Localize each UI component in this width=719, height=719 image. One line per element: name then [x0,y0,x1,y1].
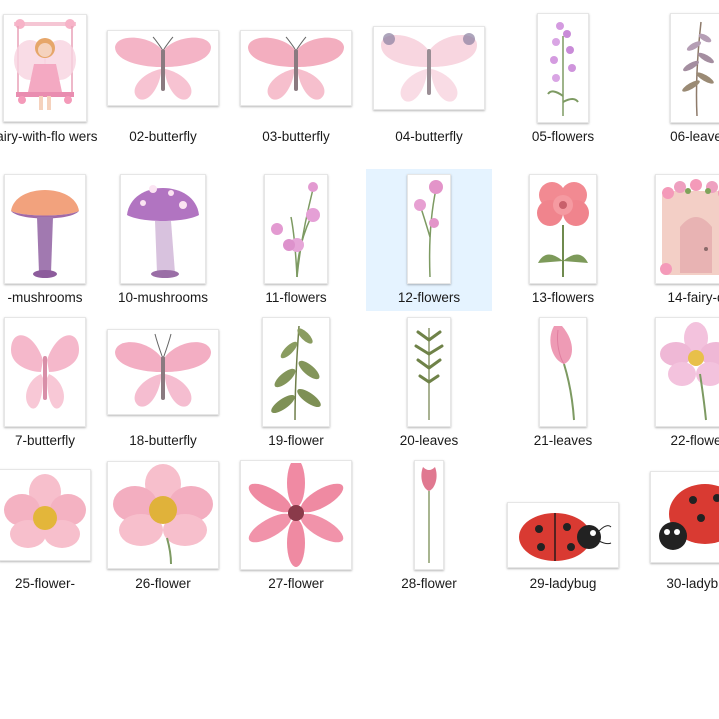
mushroom-thumbnail [120,174,206,284]
file-name: 18-butterfly [129,433,197,448]
tulip-bud-thumbnail [414,460,444,570]
cosmos-flower-thumbnail [107,461,219,569]
file-item[interactable]: 21-leaves [500,312,626,454]
file-name: 20-leaves [399,433,459,448]
file-item[interactable]: 30-ladybu [633,455,719,597]
leaves-thumbnail [670,13,719,123]
file-item[interactable]: 25-flower- [0,455,108,597]
file-item[interactable]: -mushrooms [0,169,108,311]
fairy-thumbnail [3,14,87,122]
file-name: 10-mushrooms [117,290,209,305]
flower-thumbnail [529,174,597,284]
butterfly-thumbnail [240,30,352,106]
file-name: 03-butterfly [262,129,330,144]
file-name: 14-fairy-d [667,290,719,305]
file-item[interactable]: 27-flower [233,455,359,597]
file-name: 27-flower [268,576,324,591]
file-item[interactable]: 22-flowe [633,312,719,454]
file-item-selected[interactable]: 12-flowers [366,169,492,311]
file-item[interactable]: 18-butterfly [100,312,226,454]
file-name: 21-leaves [533,433,593,448]
file-item[interactable]: 19-flower [233,312,359,454]
file-name: 22-flowe [670,433,719,448]
file-name: 29-ladybug [529,576,597,591]
file-name: 19-flower [268,433,324,448]
file-item[interactable]: 11-flowers [233,169,359,311]
leaf-sprig-thumbnail [262,317,330,427]
file-name: 26-flower [135,576,191,591]
file-name: 28-flower [401,576,457,591]
file-item[interactable]: 06-leave [633,8,719,150]
file-name: 02-butterfly [129,129,197,144]
file-item[interactable]: fairy-with-flo wers [0,8,108,150]
mushroom-thumbnail [4,174,86,284]
file-name: 06-leave [670,129,719,144]
file-name: 30-ladybu [666,576,719,591]
file-item[interactable]: 13-flowers [500,169,626,311]
butterfly-thumbnail [107,30,219,106]
file-item[interactable]: 05-flowers [500,8,626,150]
tulip-bud-thumbnail [539,317,587,427]
file-item[interactable]: 26-flower [100,455,226,597]
file-item[interactable]: 03-butterfly [233,8,359,150]
file-item[interactable]: 14-fairy-d [633,169,719,311]
lily-flower-thumbnail [240,460,352,570]
ladybug-thumbnail [507,502,619,568]
flowers-thumbnail [264,174,328,284]
flowers-thumbnail [537,13,589,123]
file-item[interactable]: 20-leaves [366,312,492,454]
cosmos-flower-thumbnail [655,317,719,427]
butterfly-thumbnail [107,329,219,415]
flowers-thumbnail [407,174,451,284]
file-name: 11-flowers [265,290,327,305]
file-name: 04-butterfly [395,129,463,144]
file-item[interactable]: 10-mushrooms [100,169,226,311]
cosmos-flower-thumbnail [0,469,91,561]
file-item[interactable]: 7-butterfly [0,312,108,454]
file-name: 05-flowers [531,129,595,144]
file-item[interactable]: 04-butterfly [366,8,492,150]
ladybug-thumbnail [650,471,719,563]
leaves-thumbnail [407,317,451,427]
file-grid: fairy-with-flo wers 02-butterfly 03-butt… [0,0,719,719]
file-item[interactable]: 28-flower [366,455,492,597]
file-item[interactable]: 29-ladybug [500,455,626,597]
fairy-door-thumbnail [655,174,719,284]
butterfly-thumbnail [373,26,485,110]
file-name: 13-flowers [531,290,595,305]
file-item[interactable]: 02-butterfly [100,8,226,150]
file-name: 12-flowers [397,290,461,305]
butterfly-thumbnail [4,317,86,427]
